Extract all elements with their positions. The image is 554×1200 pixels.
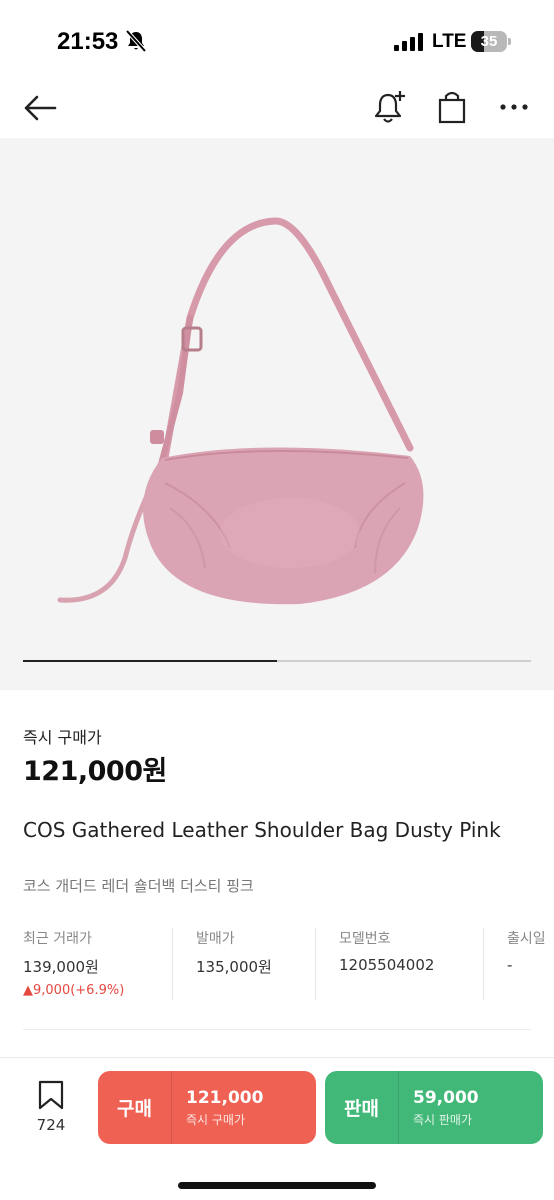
recent-trade-change: ▲9,000(+6.9%) xyxy=(23,983,125,998)
carousel-progress-bar xyxy=(23,660,277,662)
product-subtitle-korean: 코스 개더드 레더 숄더백 더스티 핑크 xyxy=(23,877,254,895)
nav-bar xyxy=(0,80,554,138)
mute-bell-icon xyxy=(126,30,146,52)
release-price-column: 발매가 135,000원 xyxy=(172,928,272,1000)
instant-buy-price-label: 즉시 구매가 xyxy=(23,728,102,747)
cart-button[interactable] xyxy=(432,87,472,127)
product-title: COS Gathered Leather Shoulder Bag Dusty … xyxy=(23,818,501,842)
release-price-label: 발매가 xyxy=(196,931,235,947)
back-arrow-icon xyxy=(24,95,57,121)
bookmark-icon xyxy=(38,1080,64,1110)
battery-level: 35 xyxy=(480,33,498,50)
bell-plus-icon xyxy=(374,91,405,123)
more-button[interactable] xyxy=(494,87,534,127)
wish-button[interactable]: 724 xyxy=(22,1080,80,1136)
release-date-value: - xyxy=(507,956,513,974)
model-number-column: 모델번호 1205504002 xyxy=(314,928,435,1000)
product-image-carousel[interactable] xyxy=(0,138,554,690)
sell-price: 59,000 xyxy=(413,1087,479,1108)
battery-icon: 35 xyxy=(471,31,511,52)
buy-price-caption: 즉시 구매가 xyxy=(186,1112,246,1127)
buy-price: 121,000 xyxy=(186,1087,264,1108)
recent-trade-label: 최근 거래가 xyxy=(23,931,92,947)
price-alert-button[interactable] xyxy=(370,87,410,127)
recent-trade-value: 139,000원 xyxy=(23,958,99,976)
sell-button[interactable]: 판매 59,000 즉시 판매가 xyxy=(325,1071,543,1144)
product-details: 최근 거래가 139,000원 ▲9,000(+6.9%) 발매가 135,00… xyxy=(0,928,554,1000)
recent-trade-column[interactable]: 최근 거래가 139,000원 ▲9,000(+6.9%) xyxy=(23,928,124,1000)
model-number-label: 모델번호 xyxy=(339,931,391,947)
release-date-column: 출시일 - xyxy=(483,928,546,1000)
status-time: 21:53 xyxy=(57,28,119,55)
bottom-action-bar: 724 구매 121,000 즉시 구매가 판매 59,000 즉시 판매가 xyxy=(0,1057,554,1200)
section-divider xyxy=(23,1029,531,1030)
model-number-value: 1205504002 xyxy=(339,956,435,974)
buy-button[interactable]: 구매 121,000 즉시 구매가 xyxy=(98,1071,316,1144)
network-label: LTE xyxy=(432,31,467,52)
home-indicator[interactable] xyxy=(178,1182,376,1189)
carousel-progress-track xyxy=(23,660,531,662)
status-bar: 21:53 LTE 35 xyxy=(0,0,554,80)
buy-action-label: 구매 xyxy=(98,1071,172,1144)
release-price-value: 135,000원 xyxy=(196,958,272,976)
release-date-label: 출시일 xyxy=(507,931,546,947)
wish-count: 724 xyxy=(36,1116,66,1134)
signal-bars-icon xyxy=(394,33,423,51)
product-image xyxy=(57,217,424,605)
sell-action-label: 판매 xyxy=(325,1071,399,1144)
more-horizontal-icon xyxy=(500,104,528,110)
shopping-bag-icon xyxy=(438,91,466,124)
instant-buy-price: 121,000원 xyxy=(23,756,167,787)
sell-price-caption: 즉시 판매가 xyxy=(413,1112,473,1127)
back-button[interactable] xyxy=(20,88,60,128)
